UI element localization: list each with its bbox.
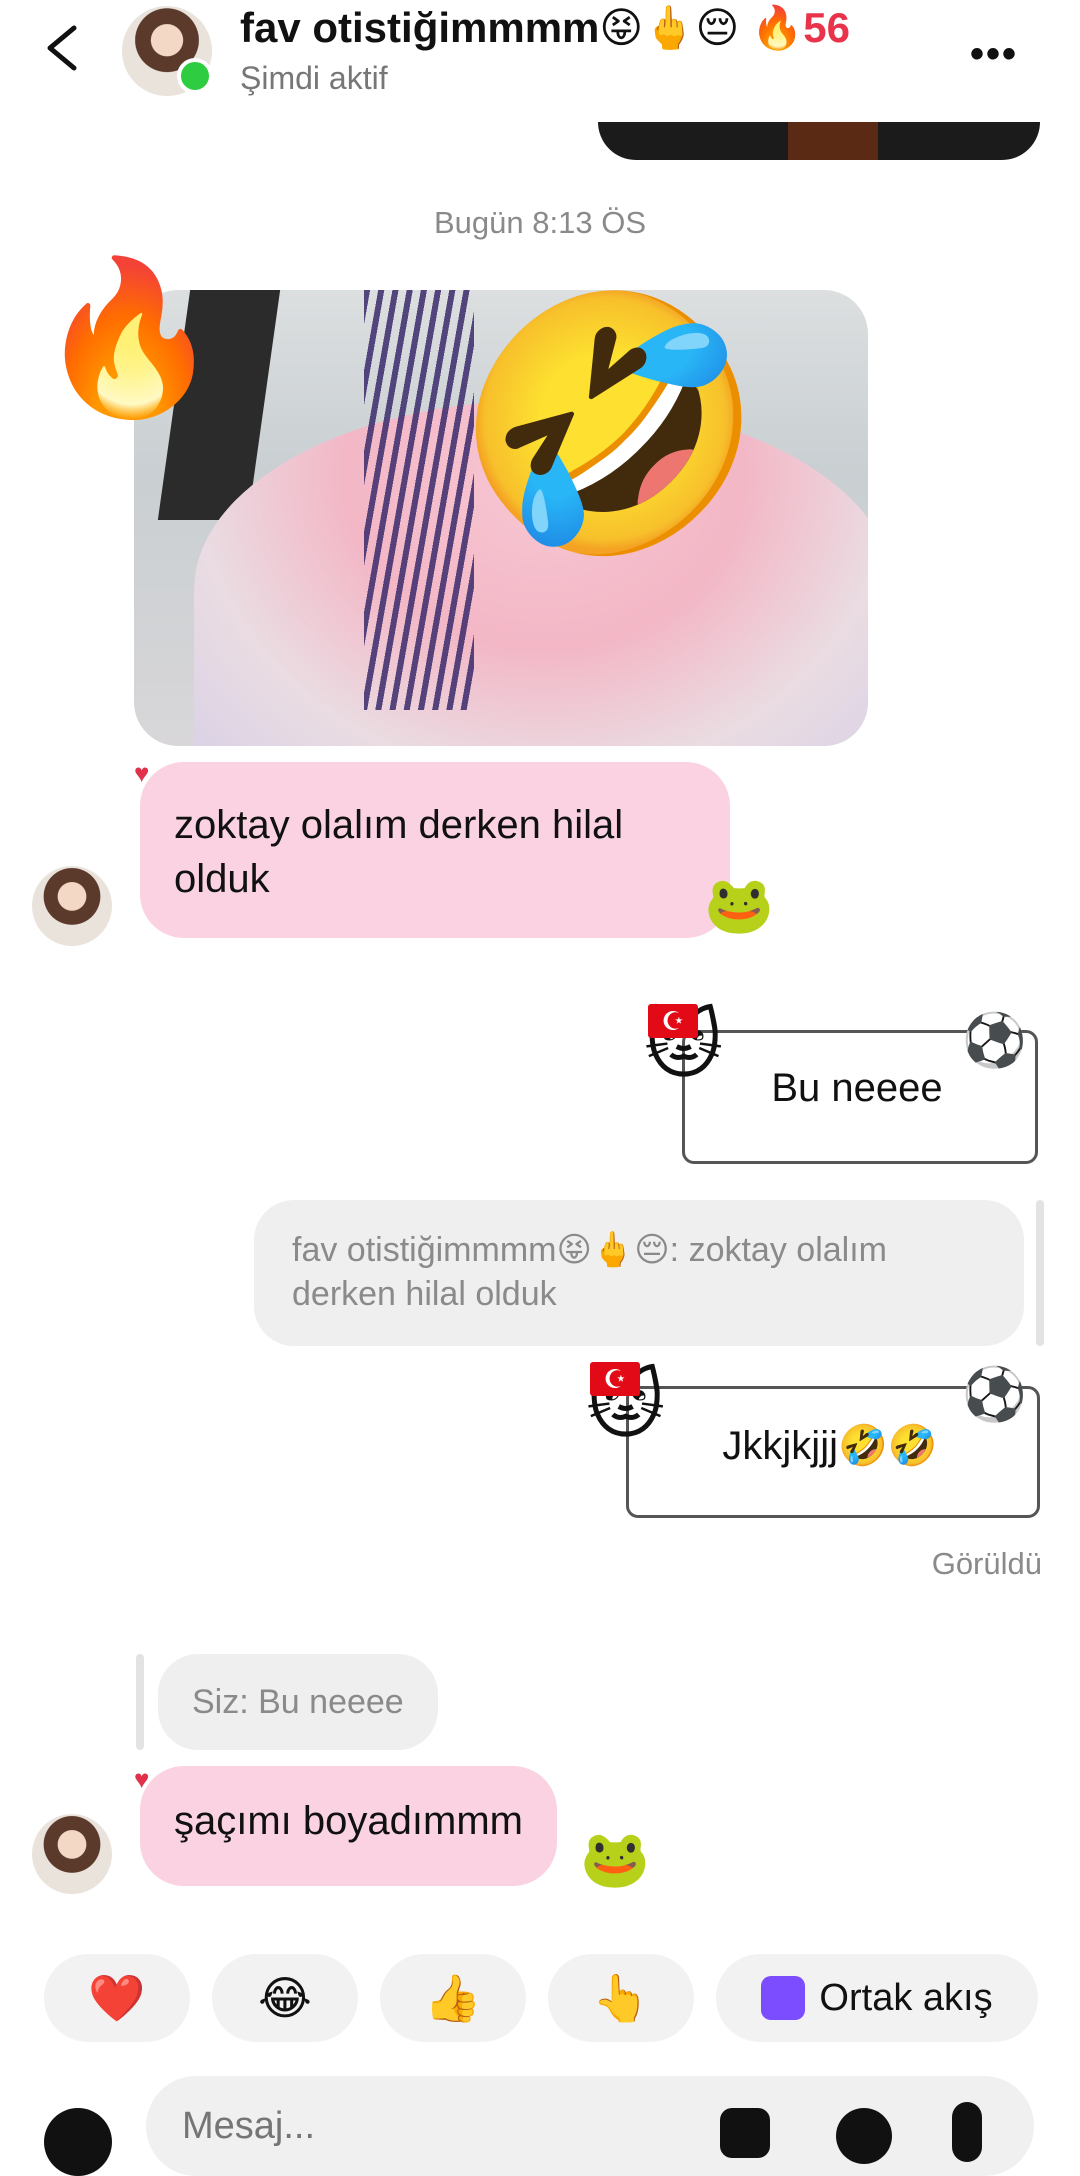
soccer-ball-icon: ⚽ xyxy=(962,1366,1027,1424)
gallery-icon[interactable] xyxy=(720,2108,770,2158)
turkish-flag-icon: ☪ xyxy=(648,1004,698,1038)
quick-reaction-heart[interactable]: ❤️ xyxy=(44,1954,190,2042)
streak-fire-icon: 🔥 xyxy=(750,4,804,51)
reply-quote-text: Siz: Bu neeee xyxy=(192,1683,404,1721)
sent-message-text: Bu neeee xyxy=(771,1066,943,1110)
message-text: zoktay olalım derken hilal olduk xyxy=(174,803,624,901)
sticker-icon[interactable] xyxy=(836,2108,892,2164)
reply-quote-text: fav otistiğimmmm😝🖕😔: zoktay olalım derke… xyxy=(292,1231,887,1313)
frog-reaction-icon[interactable]: 🐸 xyxy=(704,872,774,938)
message-text: şaçımı boyadımmm xyxy=(174,1799,523,1843)
quick-reaction-laugh[interactable]: 😂 xyxy=(212,1954,358,2042)
streak-count: 56 xyxy=(803,4,850,51)
ortak-akis-button[interactable]: Ortak akış xyxy=(716,1954,1038,2042)
chat-timestamp: Bugün 8:13 ÖS xyxy=(434,205,646,240)
rofl-emoji-overlay: 🤣 xyxy=(454,290,766,564)
camera-icon[interactable] xyxy=(44,2108,112,2176)
reply-indicator-bar xyxy=(1036,1200,1044,1346)
turkish-flag-icon: ☪ xyxy=(590,1362,640,1396)
sender-avatar[interactable] xyxy=(32,1814,112,1894)
photo-message[interactable]: 🤣 xyxy=(134,290,868,746)
seen-status: Görüldü xyxy=(931,1546,1042,1581)
message-input[interactable] xyxy=(180,2104,684,2149)
reply-quote[interactable]: Siz: Bu neeee xyxy=(158,1654,438,1750)
frog-reaction-icon[interactable]: 🐸 xyxy=(580,1826,650,1892)
ortak-akis-label: Ortak akış xyxy=(819,1976,993,2019)
microphone-icon[interactable] xyxy=(952,2102,982,2162)
previous-media-message[interactable] xyxy=(598,122,1040,160)
back-arrow-icon[interactable] xyxy=(36,18,96,78)
reply-indicator-bar xyxy=(136,1654,144,1750)
contact-name-text: fav otistiğimmmm😝🖕😔 xyxy=(240,4,740,51)
fire-mascot-sticker-icon: 🔥 xyxy=(36,253,223,421)
quick-reaction-point-up[interactable]: 👆 xyxy=(548,1954,694,2042)
shared-feed-icon xyxy=(761,1976,806,2020)
heart-icon: ♥ xyxy=(134,1764,150,1794)
contact-name[interactable]: fav otistiğimmmm😝🖕😔 🔥56 xyxy=(240,0,850,56)
active-status: Şimdi aktif xyxy=(240,60,388,96)
soccer-ball-icon: ⚽ xyxy=(962,1012,1027,1070)
heart-icon: ♥ xyxy=(134,758,150,788)
online-status-dot xyxy=(177,58,213,94)
received-message-bubble[interactable]: şaçımı boyadımmm xyxy=(140,1766,557,1886)
received-message-bubble[interactable]: zoktay olalım derken hilal olduk xyxy=(140,762,730,938)
quick-reaction-thumbs-up[interactable]: 👍 xyxy=(380,1954,526,2042)
sender-avatar[interactable] xyxy=(32,866,112,946)
sent-message-text: Jkkjkjjj🤣🤣 xyxy=(722,1424,938,1468)
reply-quote[interactable]: fav otistiğimmmm😝🖕😔: zoktay olalım derke… xyxy=(254,1200,1024,1346)
more-options-button[interactable]: ••• xyxy=(970,32,1018,77)
